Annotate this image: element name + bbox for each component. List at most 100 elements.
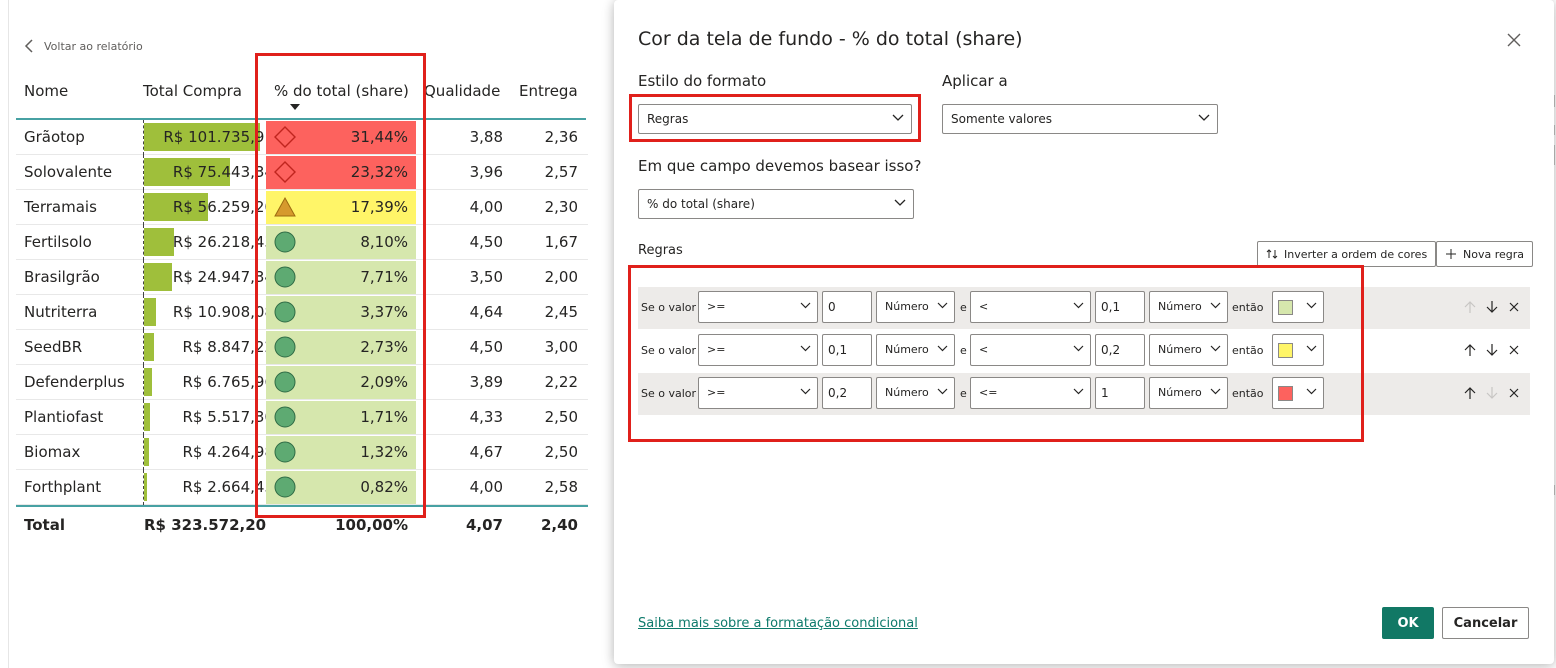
- column-header-share[interactable]: % do total (share): [274, 82, 409, 100]
- entrega-value: 2,50: [544, 443, 578, 461]
- ok-button[interactable]: OK: [1382, 607, 1434, 639]
- rule-type-2: Número: [1158, 386, 1202, 399]
- supplier-name: Terramais: [24, 198, 97, 216]
- table-row[interactable]: Solovalente R$ 75.443,34 23,32% 3,96 2,57: [16, 155, 588, 190]
- table-row[interactable]: Defenderplus R$ 6.765,96 2,09% 3,89 2,22: [16, 365, 588, 400]
- rule-type-1-dropdown[interactable]: Número: [876, 291, 955, 323]
- arrow-up-icon[interactable]: [1463, 300, 1477, 314]
- arrow-down-icon[interactable]: [1485, 386, 1499, 400]
- rule-color-picker[interactable]: [1272, 291, 1324, 323]
- rule-operator-1-dropdown[interactable]: >=: [698, 334, 818, 366]
- back-to-report-button[interactable]: Voltar ao relatório: [24, 36, 143, 56]
- rule-value-1-input[interactable]: 0,1: [822, 334, 872, 366]
- rule-row: Se o valor >= 0,1 Número e <0,2 Número então: [638, 330, 1530, 372]
- new-rule-button[interactable]: Nova regra: [1436, 241, 1533, 267]
- rule-type-1-dropdown[interactable]: Número: [876, 334, 955, 366]
- rule-type-2-dropdown[interactable]: Número: [1149, 291, 1228, 323]
- column-header-entrega[interactable]: Entrega: [519, 82, 578, 100]
- rule-operator-1: >=: [707, 386, 726, 399]
- share-cell: 3,37%: [266, 296, 416, 329]
- rule-operator-1-dropdown[interactable]: >=: [698, 377, 818, 409]
- field-value: % do total (share): [647, 197, 755, 211]
- data-bar-axis: [143, 260, 144, 295]
- total-entrega-value: 2,40: [540, 516, 578, 534]
- table-row[interactable]: Brasilgrão R$ 24.947,34 7,71% 3,50 2,00: [16, 260, 588, 295]
- rule-operator-2-dropdown[interactable]: <=: [970, 377, 1091, 409]
- supplier-name: Fertilsolo: [24, 233, 92, 251]
- delete-rule-icon[interactable]: [1507, 343, 1521, 357]
- data-bar-axis: [143, 400, 144, 435]
- arrow-down-icon[interactable]: [1485, 300, 1499, 314]
- total-compra-value: R$ 75.443,34: [172, 163, 274, 181]
- rule-value-2-input[interactable]: 0,1: [1095, 291, 1145, 323]
- triangle-icon: [274, 196, 296, 217]
- rule-prefix: Se o valor: [641, 344, 697, 357]
- rule-operator-2-dropdown[interactable]: <: [970, 291, 1091, 323]
- share-value: 8,10%: [360, 233, 408, 251]
- total-qualidade-value: 4,07: [465, 516, 503, 534]
- apply-to-dropdown[interactable]: Somente valores: [942, 104, 1218, 134]
- close-icon[interactable]: [1502, 28, 1526, 52]
- cancel-button[interactable]: Cancelar: [1442, 607, 1529, 639]
- arrow-up-icon[interactable]: [1463, 343, 1477, 357]
- total-row: Total R$ 323.572,20 100,00% 4,07 2,40: [16, 507, 588, 543]
- data-bar-axis: [143, 295, 144, 330]
- table-row[interactable]: Nutriterra R$ 10.908,08 3,37% 4,64 2,45: [16, 295, 588, 330]
- rule-row: Se o valor >= 0,2 Número e <= 1 Número então: [638, 373, 1530, 415]
- supplier-name: Defenderplus: [24, 373, 125, 391]
- rule-type-2-dropdown[interactable]: Número: [1149, 334, 1228, 366]
- chevron-down-icon: [1306, 388, 1317, 395]
- table-row[interactable]: Fertilsolo R$ 26.218,43 8,10% 4,50 1,67: [16, 225, 588, 260]
- chevron-down-icon: [1073, 345, 1084, 352]
- table-row[interactable]: SeedBR R$ 8.847,22 2,73% 4,50 3,00: [16, 330, 588, 365]
- rule-type-2: Número: [1158, 300, 1202, 313]
- column-header-qualidade[interactable]: Qualidade: [424, 82, 500, 100]
- format-style-dropdown[interactable]: Regras: [638, 104, 912, 134]
- rule-operator-1-dropdown[interactable]: >=: [698, 291, 818, 323]
- column-header-total-compra[interactable]: Total Compra: [143, 82, 242, 100]
- rule-type-1: Número: [885, 343, 929, 356]
- color-swatch: [1278, 343, 1293, 358]
- share-cell: 0,82%: [266, 471, 416, 504]
- data-bar-axis: [143, 190, 144, 225]
- delete-rule-icon[interactable]: [1507, 386, 1521, 400]
- rule-value-1-input[interactable]: 0,2: [822, 377, 872, 409]
- arrow-down-icon[interactable]: [1485, 343, 1499, 357]
- chevron-down-icon: [800, 388, 811, 395]
- table-row[interactable]: Plantiofast R$ 5.517,30 1,71% 4,33 2,50: [16, 400, 588, 435]
- invert-color-order-button[interactable]: Inverter a ordem de cores: [1257, 241, 1437, 267]
- share-value: 1,32%: [360, 443, 408, 461]
- rule-value-1-input[interactable]: 0: [822, 291, 872, 323]
- delete-rule-icon[interactable]: [1507, 300, 1521, 314]
- table-row[interactable]: Terramais R$ 56.259,20 17,39% 4,00 2,30: [16, 190, 588, 225]
- rule-type-2-dropdown[interactable]: Número: [1149, 377, 1228, 409]
- data-bar-axis: [143, 470, 144, 505]
- share-cell: 17,39%: [266, 191, 416, 224]
- table-row[interactable]: Forthplant R$ 2.664,45 0,82% 4,00 2,58: [16, 470, 588, 505]
- rule-color-picker[interactable]: [1272, 377, 1324, 409]
- column-header-nome[interactable]: Nome: [24, 82, 68, 100]
- entrega-value: 2,50: [544, 408, 578, 426]
- rule-operator-1: >=: [707, 343, 726, 356]
- data-bar: [144, 403, 150, 431]
- field-dropdown[interactable]: % do total (share): [638, 189, 914, 219]
- rule-operator-2-dropdown[interactable]: <: [970, 334, 1091, 366]
- apply-to-value: Somente valores: [951, 112, 1052, 126]
- table-row[interactable]: Biomax R$ 4.264,98 1,32% 4,67 2,50: [16, 435, 588, 470]
- rule-operator-2: <=: [979, 386, 998, 399]
- rule-color-picker[interactable]: [1272, 334, 1324, 366]
- rules-label: Regras: [638, 243, 683, 258]
- rule-conjunction: e: [960, 344, 967, 357]
- share-cell: 2,73%: [266, 331, 416, 364]
- arrow-up-icon[interactable]: [1463, 386, 1477, 400]
- learn-more-link[interactable]: Saiba mais sobre a formatação condiciona…: [638, 616, 918, 631]
- rule-value-2-input[interactable]: 1: [1095, 377, 1145, 409]
- entrega-value: 2,57: [544, 163, 578, 181]
- share-cell: 1,32%: [266, 436, 416, 469]
- share-value: 2,09%: [360, 373, 408, 391]
- total-compra-value: R$ 56.259,20: [172, 198, 274, 216]
- rule-value-2-input[interactable]: 0,2: [1095, 334, 1145, 366]
- total-label: Total: [24, 516, 65, 534]
- table-row[interactable]: Grãotop R$ 101.735,91 31,44% 3,88 2,36: [16, 120, 588, 155]
- rule-type-1-dropdown[interactable]: Número: [876, 377, 955, 409]
